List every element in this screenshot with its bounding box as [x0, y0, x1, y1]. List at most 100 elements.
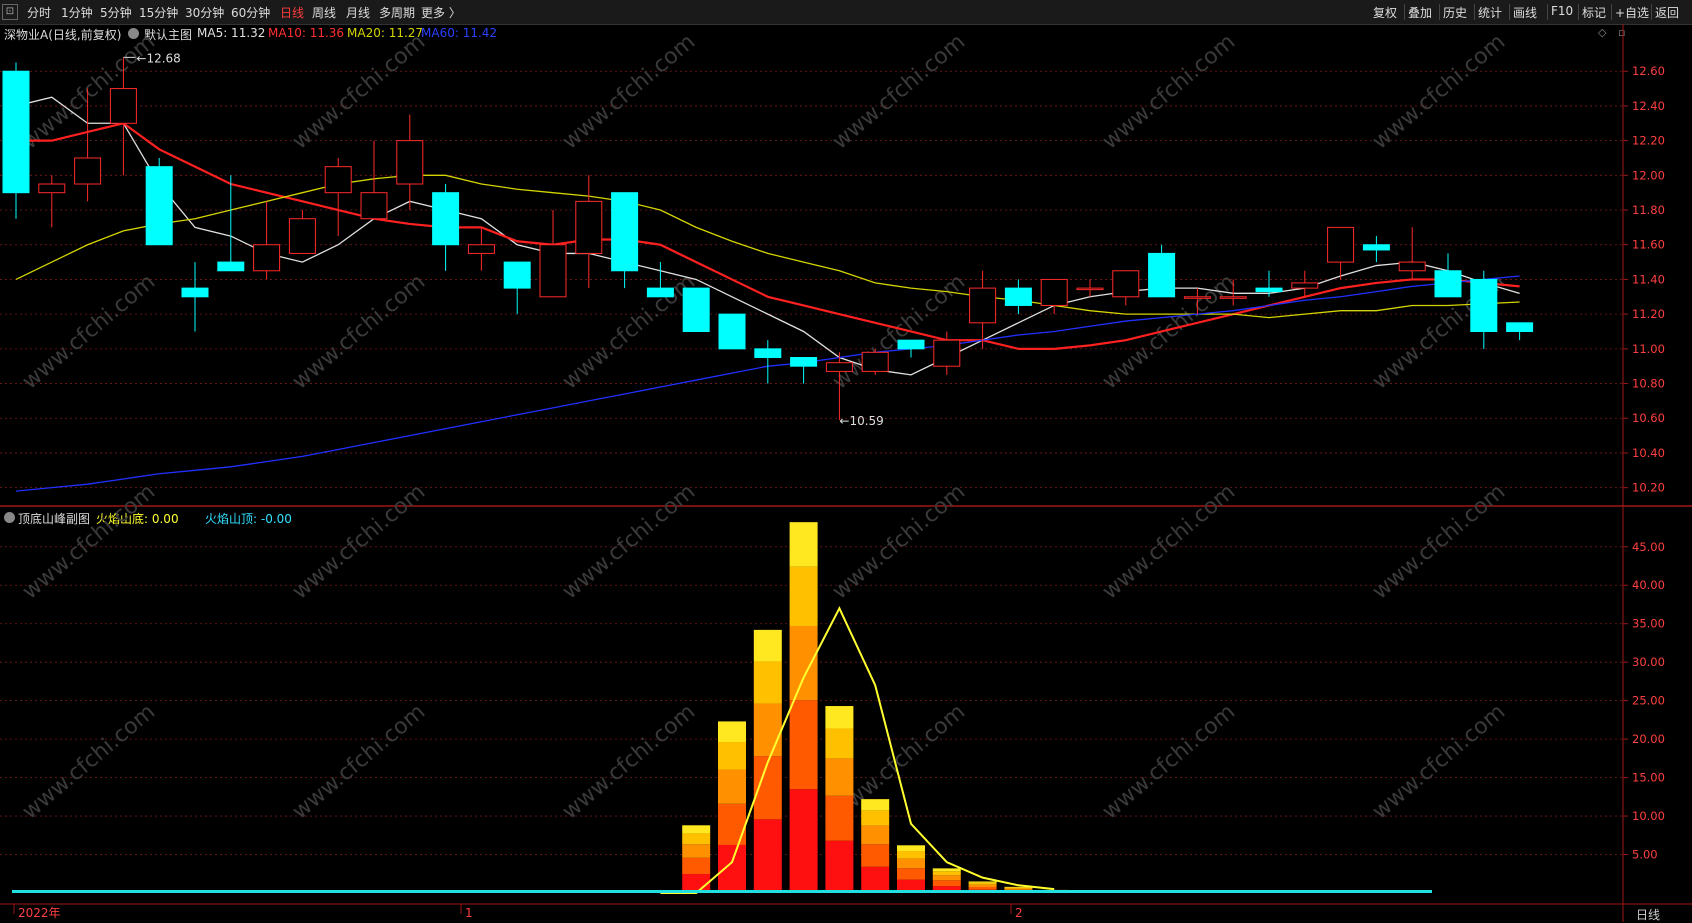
candle-body	[576, 201, 602, 253]
candle-body	[218, 262, 244, 271]
main-tick-label: 11.00	[1632, 342, 1665, 356]
watermark-text: www.cfchi.com	[1368, 269, 1510, 394]
period-tab-1[interactable]: 1分钟	[61, 4, 93, 21]
flame-bar-segment	[790, 522, 818, 567]
sub-tick-label: 45.00	[1632, 540, 1665, 554]
ma-line-ma60	[16, 276, 1520, 491]
period-tab-4[interactable]: 30分钟	[185, 4, 224, 21]
low-annotation: ←10.59	[839, 414, 883, 428]
candle-body	[683, 288, 709, 331]
candle-body	[397, 141, 423, 184]
candle-body	[1149, 253, 1175, 296]
watermark-text: www.cfchi.com	[288, 699, 430, 824]
watermark-text: www.cfchi.com	[828, 29, 970, 154]
period-tab-9[interactable]: 多周期	[379, 4, 415, 21]
sub-tick-label: 5.00	[1632, 848, 1658, 862]
flame-bar-segment	[790, 626, 818, 700]
watermark-text: www.cfchi.com	[288, 269, 430, 394]
toolbar: ⊡ 分时 1分钟 5分钟 15分钟 30分钟 60分钟日线周线月线多周期更多 〉 复权叠加…	[0, 0, 1692, 25]
sub-tick-label: 20.00	[1632, 732, 1665, 746]
candle-body	[1471, 279, 1497, 331]
period-tab-8[interactable]: 月线	[346, 4, 370, 21]
period-tab-7[interactable]: 周线	[312, 4, 336, 21]
watermark-text: www.cfchi.com	[1368, 699, 1510, 824]
flame-bar-segment	[825, 706, 853, 728]
flame-bar-segment	[718, 804, 746, 845]
candle-body	[1113, 271, 1139, 297]
period-tab-10[interactable]: 更多 〉	[421, 4, 461, 21]
watermark-text: www.cfchi.com	[558, 269, 700, 394]
tool-button-4[interactable]: 画线	[1513, 4, 1537, 21]
flame-bar-segment	[861, 825, 889, 844]
period-tab-2[interactable]: 5分钟	[100, 4, 132, 21]
candle-body	[1435, 271, 1461, 297]
candle-body	[826, 363, 852, 372]
flame-bar-segment	[969, 887, 997, 890]
flame-bar-segment	[933, 880, 961, 886]
watermark-text: www.cfchi.com	[558, 29, 700, 154]
sub-tick-label: 15.00	[1632, 771, 1665, 785]
candle-body	[110, 89, 136, 124]
flame-bar-segment	[1004, 889, 1032, 890]
flame-bar-segment	[897, 859, 925, 869]
tool-button-6[interactable]: 标记	[1582, 4, 1606, 21]
period-tab-0[interactable]: 分时	[27, 4, 51, 21]
main-tick-label: 10.40	[1632, 446, 1665, 460]
watermark-text: www.cfchi.com	[1098, 699, 1240, 824]
flame-bar-segment	[897, 845, 925, 851]
watermark-text: www.cfchi.com	[1098, 269, 1240, 394]
watermark-text: www.cfchi.com	[18, 699, 160, 824]
template-icon[interactable]	[128, 28, 139, 39]
watermark-text: www.cfchi.com	[828, 479, 970, 604]
period-tab-5[interactable]: 60分钟	[231, 4, 270, 21]
flame-bar-segment	[825, 728, 853, 758]
ma-line-ma20	[16, 175, 1520, 317]
flame-bar-segment	[718, 769, 746, 803]
flame-bar-segment	[682, 858, 710, 874]
period-indicator[interactable]: 日线	[1636, 906, 1660, 923]
tool-button-7[interactable]: +自选	[1615, 4, 1649, 21]
period-tab-6[interactable]: 日线	[280, 4, 304, 21]
candle-body	[862, 352, 888, 371]
flame-bar-segment	[969, 881, 997, 882]
main-tick-label: 10.20	[1632, 481, 1665, 495]
flame-bar-segment	[718, 742, 746, 769]
main-tick-label: 11.20	[1632, 307, 1665, 321]
candle-body	[1507, 323, 1533, 332]
tool-button-0[interactable]: 复权	[1373, 4, 1397, 21]
candle-body	[1292, 283, 1318, 288]
sub-tick-label: 10.00	[1632, 809, 1665, 823]
candle-body	[612, 193, 638, 271]
watermark-text: www.cfchi.com	[288, 29, 430, 154]
baseline-bar	[12, 890, 1432, 893]
candle-body	[934, 340, 960, 366]
watermark-text: www.cfchi.com	[558, 699, 700, 824]
flame-bar-segment	[1004, 891, 1032, 893]
candle-body	[719, 314, 745, 349]
flame-bar-segment	[682, 844, 710, 858]
indicator-icon[interactable]	[4, 512, 15, 523]
template-label[interactable]: 默认主图	[144, 26, 192, 43]
tool-button-2[interactable]: 历史	[1443, 4, 1467, 21]
period-tab-3[interactable]: 15分钟	[139, 4, 178, 21]
x-tick-label: 1	[465, 906, 473, 920]
diamond-icon[interactable]: ◇	[1598, 26, 1606, 39]
square-icon[interactable]: ▫	[1618, 26, 1625, 39]
flame-line	[660, 608, 1054, 893]
flame-bar-segment	[1040, 891, 1068, 892]
candle-body	[3, 71, 29, 192]
tool-separator	[1611, 4, 1612, 20]
tool-button-5[interactable]: F10	[1551, 4, 1573, 18]
flame-bar-segment	[754, 756, 782, 819]
tool-button-8[interactable]: 返回	[1655, 4, 1679, 21]
candle-body	[791, 358, 817, 367]
stock-title: 深物业A(日线,前复权)	[4, 26, 121, 43]
flame-bar-segment	[754, 819, 782, 893]
menu-icon[interactable]: ⊡	[2, 4, 18, 20]
indicator-name[interactable]: 顶底山峰副图	[18, 510, 90, 527]
tool-separator	[1509, 4, 1510, 20]
tool-button-3[interactable]: 统计	[1478, 4, 1502, 21]
tool-button-1[interactable]: 叠加	[1408, 4, 1432, 21]
main-tick-label: 12.60	[1632, 64, 1665, 78]
flame-bottom-value: 火焰山底: 0.00	[96, 510, 179, 527]
